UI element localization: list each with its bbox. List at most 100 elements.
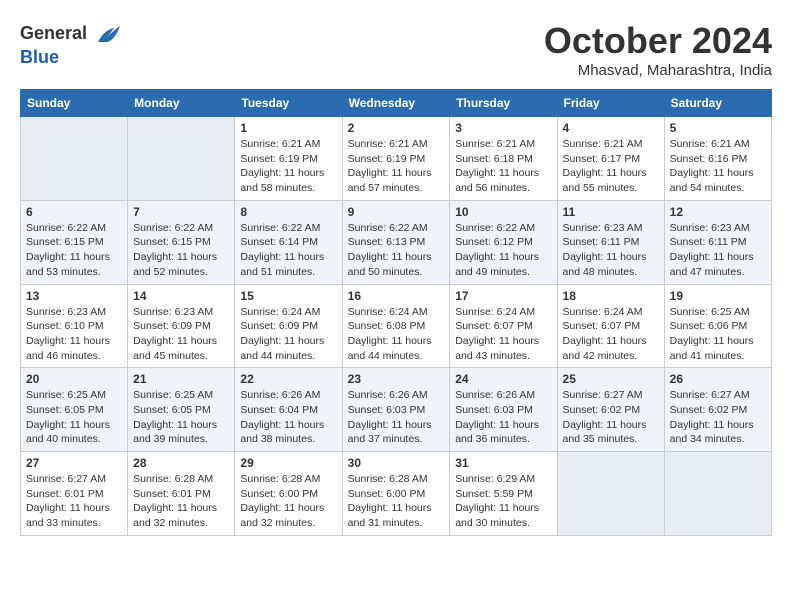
cell-info: Sunrise: 6:27 AMSunset: 6:02 PMDaylight:… xyxy=(670,388,766,447)
cell-info: Sunrise: 6:22 AMSunset: 6:14 PMDaylight:… xyxy=(240,221,336,280)
cell-info: Sunrise: 6:21 AMSunset: 6:17 PMDaylight:… xyxy=(563,137,659,196)
cell-info: Sunrise: 6:24 AMSunset: 6:07 PMDaylight:… xyxy=(563,305,659,364)
cell-info: Sunrise: 6:27 AMSunset: 6:01 PMDaylight:… xyxy=(26,472,122,531)
calendar-cell: 15 Sunrise: 6:24 AMSunset: 6:09 PMDayligh… xyxy=(235,284,342,368)
day-number: 27 xyxy=(26,456,122,470)
calendar-cell: 22 Sunrise: 6:26 AMSunset: 6:04 PMDayligh… xyxy=(235,368,342,452)
cell-info: Sunrise: 6:22 AMSunset: 6:15 PMDaylight:… xyxy=(133,221,229,280)
logo-general: General xyxy=(20,23,87,43)
cell-info: Sunrise: 6:22 AMSunset: 6:15 PMDaylight:… xyxy=(26,221,122,280)
cell-info: Sunrise: 6:23 AMSunset: 6:10 PMDaylight:… xyxy=(26,305,122,364)
weekday-header-row: SundayMondayTuesdayWednesdayThursdayFrid… xyxy=(21,90,772,117)
calendar-cell: 5 Sunrise: 6:21 AMSunset: 6:16 PMDaylight… xyxy=(664,117,771,201)
calendar-cell xyxy=(128,117,235,201)
location: Mhasvad, Maharashtra, India xyxy=(544,62,772,79)
calendar-table: SundayMondayTuesdayWednesdayThursdayFrid… xyxy=(20,89,772,536)
cell-info: Sunrise: 6:22 AMSunset: 6:13 PMDaylight:… xyxy=(348,221,445,280)
cell-info: Sunrise: 6:26 AMSunset: 6:03 PMDaylight:… xyxy=(348,388,445,447)
day-number: 3 xyxy=(455,121,551,135)
day-number: 22 xyxy=(240,372,336,386)
cell-info: Sunrise: 6:21 AMSunset: 6:19 PMDaylight:… xyxy=(348,137,445,196)
calendar-cell: 6 Sunrise: 6:22 AMSunset: 6:15 PMDaylight… xyxy=(21,200,128,284)
calendar-week-4: 20 Sunrise: 6:25 AMSunset: 6:05 PMDayligh… xyxy=(21,368,772,452)
calendar-cell: 24Sunrise: 6:26 AMSunset: 6:03 PMDayligh… xyxy=(450,368,557,452)
day-number: 15 xyxy=(240,289,336,303)
day-number: 11 xyxy=(563,205,659,219)
day-number: 7 xyxy=(133,205,229,219)
day-number: 5 xyxy=(670,121,766,135)
cell-info: Sunrise: 6:28 AMSunset: 6:00 PMDaylight:… xyxy=(348,472,445,531)
calendar-cell: 17 Sunrise: 6:24 AMSunset: 6:07 PMDayligh… xyxy=(450,284,557,368)
cell-info: Sunrise: 6:29 AMSunset: 5:59 PMDaylight:… xyxy=(455,472,551,531)
calendar-cell: 16Sunrise: 6:24 AMSunset: 6:08 PMDayligh… xyxy=(342,284,450,368)
day-number: 31 xyxy=(455,456,551,470)
calendar-cell: 20Sunrise: 6:25 AMSunset: 6:05 PMDayligh… xyxy=(21,368,128,452)
cell-info: Sunrise: 6:22 AMSunset: 6:12 PMDaylight:… xyxy=(455,221,551,280)
weekday-header-saturday: Saturday xyxy=(664,90,771,117)
calendar-cell: 26 Sunrise: 6:27 AMSunset: 6:02 PMDayligh… xyxy=(664,368,771,452)
weekday-header-monday: Monday xyxy=(128,90,235,117)
day-number: 8 xyxy=(240,205,336,219)
day-number: 4 xyxy=(563,121,659,135)
calendar-cell: 8 Sunrise: 6:22 AMSunset: 6:14 PMDaylight… xyxy=(235,200,342,284)
calendar-cell: 18Sunrise: 6:24 AMSunset: 6:07 PMDayligh… xyxy=(557,284,664,368)
day-number: 26 xyxy=(670,372,766,386)
weekday-header-wednesday: Wednesday xyxy=(342,90,450,117)
month-title: October 2024 xyxy=(544,20,772,62)
calendar-cell xyxy=(557,452,664,536)
calendar-cell: 30 Sunrise: 6:28 AMSunset: 6:00 PMDayligh… xyxy=(342,452,450,536)
day-number: 30 xyxy=(348,456,445,470)
weekday-header-thursday: Thursday xyxy=(450,90,557,117)
logo: General Blue xyxy=(20,20,122,68)
calendar-cell: 23 Sunrise: 6:26 AMSunset: 6:03 PMDayligh… xyxy=(342,368,450,452)
cell-info: Sunrise: 6:24 AMSunset: 6:08 PMDaylight:… xyxy=(348,305,445,364)
cell-info: Sunrise: 6:21 AMSunset: 6:19 PMDaylight:… xyxy=(240,137,336,196)
day-number: 2 xyxy=(348,121,445,135)
cell-info: Sunrise: 6:26 AMSunset: 6:03 PMDaylight:… xyxy=(455,388,551,447)
calendar-cell: 3 Sunrise: 6:21 AMSunset: 6:18 PMDaylight… xyxy=(450,117,557,201)
cell-info: Sunrise: 6:25 AMSunset: 6:06 PMDaylight:… xyxy=(670,305,766,364)
weekday-header-friday: Friday xyxy=(557,90,664,117)
day-number: 28 xyxy=(133,456,229,470)
cell-info: Sunrise: 6:25 AMSunset: 6:05 PMDaylight:… xyxy=(133,388,229,447)
day-number: 13 xyxy=(26,289,122,303)
day-number: 6 xyxy=(26,205,122,219)
day-number: 23 xyxy=(348,372,445,386)
cell-info: Sunrise: 6:24 AMSunset: 6:07 PMDaylight:… xyxy=(455,305,551,364)
logo-bird-icon xyxy=(94,20,122,48)
weekday-header-tuesday: Tuesday xyxy=(235,90,342,117)
calendar-cell: 2 Sunrise: 6:21 AMSunset: 6:19 PMDaylight… xyxy=(342,117,450,201)
calendar-cell: 7 Sunrise: 6:22 AMSunset: 6:15 PMDaylight… xyxy=(128,200,235,284)
calendar-cell: 12 Sunrise: 6:23 AMSunset: 6:11 PMDayligh… xyxy=(664,200,771,284)
day-number: 9 xyxy=(348,205,445,219)
calendar-cell: 21 Sunrise: 6:25 AMSunset: 6:05 PMDayligh… xyxy=(128,368,235,452)
calendar-cell xyxy=(664,452,771,536)
day-number: 14 xyxy=(133,289,229,303)
cell-info: Sunrise: 6:21 AMSunset: 6:18 PMDaylight:… xyxy=(455,137,551,196)
calendar-week-3: 13 Sunrise: 6:23 AMSunset: 6:10 PMDayligh… xyxy=(21,284,772,368)
calendar-week-5: 27 Sunrise: 6:27 AMSunset: 6:01 PMDayligh… xyxy=(21,452,772,536)
calendar-cell: 1Sunrise: 6:21 AMSunset: 6:19 PMDaylight… xyxy=(235,117,342,201)
cell-info: Sunrise: 6:24 AMSunset: 6:09 PMDaylight:… xyxy=(240,305,336,364)
cell-info: Sunrise: 6:26 AMSunset: 6:04 PMDaylight:… xyxy=(240,388,336,447)
day-number: 12 xyxy=(670,205,766,219)
title-block: October 2024 Mhasvad, Maharashtra, India xyxy=(544,20,772,79)
cell-info: Sunrise: 6:28 AMSunset: 6:00 PMDaylight:… xyxy=(240,472,336,531)
calendar-week-2: 6 Sunrise: 6:22 AMSunset: 6:15 PMDaylight… xyxy=(21,200,772,284)
cell-info: Sunrise: 6:21 AMSunset: 6:16 PMDaylight:… xyxy=(670,137,766,196)
calendar-cell: 14Sunrise: 6:23 AMSunset: 6:09 PMDayligh… xyxy=(128,284,235,368)
day-number: 21 xyxy=(133,372,229,386)
calendar-cell: 13 Sunrise: 6:23 AMSunset: 6:10 PMDayligh… xyxy=(21,284,128,368)
calendar-cell: 31 Sunrise: 6:29 AMSunset: 5:59 PMDayligh… xyxy=(450,452,557,536)
day-number: 20 xyxy=(26,372,122,386)
cell-info: Sunrise: 6:27 AMSunset: 6:02 PMDaylight:… xyxy=(563,388,659,447)
calendar-cell: 29Sunrise: 6:28 AMSunset: 6:00 PMDayligh… xyxy=(235,452,342,536)
calendar-cell: 19Sunrise: 6:25 AMSunset: 6:06 PMDayligh… xyxy=(664,284,771,368)
page-header: General Blue October 2024 Mhasvad, Mahar… xyxy=(20,20,772,79)
calendar-cell: 25Sunrise: 6:27 AMSunset: 6:02 PMDayligh… xyxy=(557,368,664,452)
cell-info: Sunrise: 6:23 AMSunset: 6:11 PMDaylight:… xyxy=(670,221,766,280)
calendar-cell xyxy=(21,117,128,201)
calendar-cell: 9 Sunrise: 6:22 AMSunset: 6:13 PMDaylight… xyxy=(342,200,450,284)
day-number: 17 xyxy=(455,289,551,303)
cell-info: Sunrise: 6:23 AMSunset: 6:11 PMDaylight:… xyxy=(563,221,659,280)
